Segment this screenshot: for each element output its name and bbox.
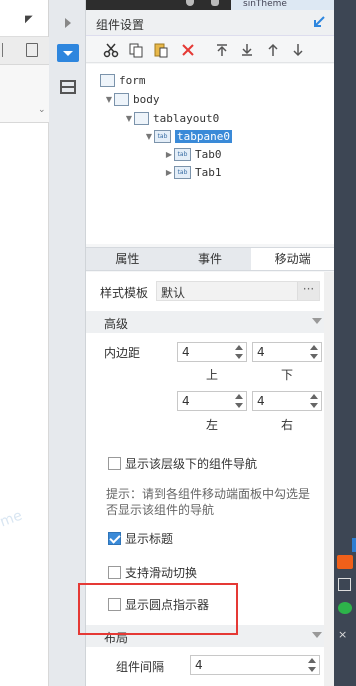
panel-header: 组件设置 [86,10,334,36]
swipe-label: 支持滑动切换 [125,565,198,580]
expand-caret-icon[interactable]: ▼ [124,114,134,123]
chat-tray-icon[interactable] [338,602,352,614]
expand-caret-icon[interactable]: ▼ [104,95,114,104]
decrement-icon[interactable] [307,665,317,674]
component-settings-tool-icon[interactable] [57,44,79,62]
tree-node-tabpane[interactable]: ▼ tab tabpane0 [144,128,232,145]
form-icon [100,74,115,87]
decrement-icon[interactable] [234,352,244,361]
style-template-value: 默认 [161,286,186,300]
editor-canvas-strip: ◤ ⌄ me [0,0,49,686]
tablayout-icon [134,112,149,125]
show-nav-checkbox[interactable] [108,456,121,470]
layout-tool-icon[interactable] [57,78,79,96]
panel-title: 组件设置 [96,18,145,32]
tab-properties[interactable]: 属性 [86,248,169,270]
move-down-icon[interactable] [289,41,307,59]
move-bottom-icon[interactable] [238,41,256,59]
show-nav-checkbox-row[interactable]: 显示该层级下的组件导航 [108,454,257,472]
tree-node-form[interactable]: form [100,72,146,89]
mute-icon[interactable]: × [338,628,347,641]
annotation-highlight-box [78,583,238,635]
collapse-arrow-icon[interactable] [57,14,79,32]
taskbar-blue-accent [352,538,356,552]
window-tray-icon[interactable] [338,578,351,591]
padding-top-spinner[interactable]: 4 [177,342,247,362]
section-advanced-title: 高级 [104,317,129,331]
style-template-label: 样式模板 [100,286,149,300]
padding-top-label: 上 [205,368,218,382]
component-toolbar [86,37,334,63]
spacing-label: 组件间隔 [116,660,165,674]
component-tree: form ▼ body ▼ tablayout0 ▼ tab tabpane0 … [86,64,334,244]
padding-left-spinner[interactable]: 4 [177,391,247,411]
editor-toolbar-row [0,37,49,65]
padding-bottom-spinner[interactable]: 4 [252,342,322,362]
increment-icon[interactable] [309,392,319,401]
decrement-icon[interactable] [234,401,244,410]
padding-right-label: 右 [280,418,293,432]
padding-left-label: 左 [205,418,218,432]
theme-tab[interactable]: sinTheme [231,0,334,10]
show-nav-label: 显示该层级下的组件导航 [125,456,258,471]
expand-caret-icon[interactable]: ▶ [164,150,174,159]
show-title-checkbox[interactable] [108,531,121,545]
design-canvas[interactable]: me [0,123,49,686]
tree-node-body[interactable]: ▼ body [104,91,160,108]
cut-icon[interactable] [102,41,120,59]
swipe-checkbox-row[interactable]: 支持滑动切换 [108,563,197,581]
collapse-panel-icon[interactable] [312,15,326,29]
chevron-down-icon [312,632,322,638]
tree-node-tab1[interactable]: ▶ tab Tab1 [164,164,222,181]
copy-icon[interactable] [127,41,145,59]
padding-label: 内边距 [104,346,141,360]
paste-icon[interactable] [152,41,170,59]
notification-icon[interactable] [211,0,219,6]
show-title-label: 显示标题 [125,531,174,546]
padding-right-spinner[interactable]: 4 [252,391,322,411]
increment-icon[interactable] [234,392,244,401]
settings-tabs: 属性 事件 移动端 [86,247,335,271]
editor-top-bar: ◤ [0,0,48,37]
expand-caret-icon[interactable]: ▼ [144,132,154,141]
chevron-down-icon[interactable]: ⌄ [38,105,46,115]
increment-icon[interactable] [307,656,317,665]
decrement-icon[interactable] [309,352,319,361]
spacing-spinner[interactable]: 4 [190,655,320,675]
delete-icon[interactable] [179,41,197,59]
style-template-select[interactable]: 默认 ··· [156,281,320,301]
desktop-edge-strip: × [334,0,356,686]
section-advanced[interactable]: 高级 [86,311,334,333]
move-top-icon[interactable] [213,41,231,59]
body-icon [114,93,129,106]
preview-icon[interactable] [26,43,38,57]
tab-icon: tab [174,148,191,161]
tabpane-icon: tab [154,130,171,143]
nav-hint-text: 提示：请到各组件移动端面板中勾选是否显示该组件的导航 [106,487,311,517]
properties-scrollbar[interactable] [324,272,334,686]
more-options-button[interactable]: ··· [297,282,319,300]
editor-ruler: ⌄ [0,65,49,123]
tab-icon: tab [174,166,191,179]
show-title-checkbox-row[interactable]: 显示标题 [108,529,173,547]
increment-icon[interactable] [309,343,319,352]
user-icon[interactable] [186,0,194,6]
watermark-text: me [0,507,25,531]
tab-events[interactable]: 事件 [169,248,252,270]
tab-mobile[interactable]: 移动端 [251,248,335,270]
decrement-icon[interactable] [309,401,319,410]
window-top-strip: sinTheme [86,0,334,10]
padding-bottom-label: 下 [280,368,293,382]
increment-icon[interactable] [234,343,244,352]
chevron-down-icon [312,318,322,324]
align-icon[interactable] [2,43,5,57]
move-up-icon[interactable] [264,41,282,59]
tree-node-tablayout[interactable]: ▼ tablayout0 [124,110,219,127]
swipe-checkbox[interactable] [108,565,121,579]
pin-icon[interactable]: ◤ [25,14,33,25]
expand-caret-icon[interactable]: ▶ [164,168,174,177]
app-tray-icon[interactable] [337,555,353,569]
tree-node-tab0[interactable]: ▶ tab Tab0 [164,146,222,163]
